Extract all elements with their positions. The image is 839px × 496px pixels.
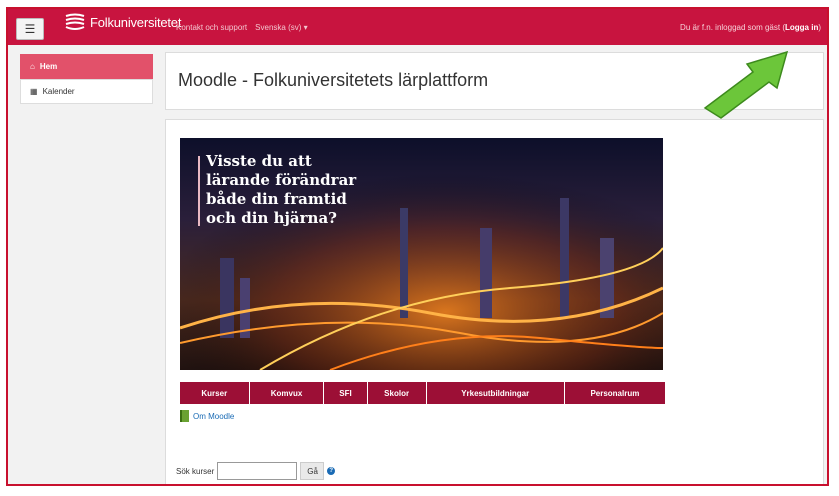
menu-item-skolor[interactable]: Skolor xyxy=(368,382,427,404)
about-moodle-label: Om Moodle xyxy=(193,411,235,421)
hero-line: och din hjärna? xyxy=(206,209,337,227)
hero-line: lärande förändrar xyxy=(206,171,357,189)
brand-logo-link[interactable]: Folkuniversitetet xyxy=(64,13,181,31)
hero-image: Visste du att lärande förändrar både din… xyxy=(180,138,663,370)
hero-accent-line xyxy=(198,156,200,226)
hamburger-icon: ☰ xyxy=(24,22,36,36)
nav-drawer: ⌂ Hem ▦ Kalender xyxy=(20,54,153,104)
nav-link-support[interactable]: Kontakt och support xyxy=(176,23,247,32)
annotation-arrow-icon xyxy=(703,50,789,119)
calendar-icon: ▦ xyxy=(30,87,38,96)
drawer-item-label: Kalender xyxy=(42,87,75,96)
menu-item-komvux[interactable]: Komvux xyxy=(250,382,325,404)
hero-line: både din framtid xyxy=(206,190,347,208)
search-label: Sök kurser xyxy=(176,466,215,476)
drawer-item-label: Hem xyxy=(39,62,58,71)
about-moodle-link[interactable]: Om Moodle xyxy=(180,410,234,422)
hero-headline: Visste du att lärande förändrar både din… xyxy=(206,152,386,228)
home-icon: ⌂ xyxy=(30,62,35,71)
menu-toggle-button[interactable]: ☰ xyxy=(16,18,44,40)
menu-item-sfi[interactable]: SFI xyxy=(324,382,368,404)
help-icon[interactable]: ? xyxy=(327,467,336,475)
course-search: Sök kurser Gå ? xyxy=(176,462,336,480)
course-search-input[interactable] xyxy=(217,462,298,480)
search-go-button[interactable]: Gå xyxy=(300,462,325,480)
login-suffix: ) xyxy=(818,23,821,32)
login-link[interactable]: Logga in xyxy=(785,23,818,32)
language-menu[interactable]: Svenska (sv) ▾ xyxy=(255,23,307,32)
nav-links: Kontakt och support Svenska (sv) ▾ xyxy=(176,23,308,32)
menu-item-yrkesutbildningar[interactable]: Yrkesutbildningar xyxy=(427,382,565,404)
login-info: Du är f.n. inloggad som gäst (Logga in) xyxy=(680,23,821,32)
menu-item-kurser[interactable]: Kurser xyxy=(180,382,250,404)
category-menu: Kurser Komvux SFI Skolor Yrkesutbildning… xyxy=(180,382,665,404)
drawer-item-calendar[interactable]: ▦ Kalender xyxy=(20,79,153,104)
brand-name: Folkuniversitetet xyxy=(90,14,182,30)
top-navbar: ☰ Folkuniversitetet Kontakt och support … xyxy=(8,9,827,45)
page-title: Moodle - Folkuniversitetets lärplattform xyxy=(178,70,489,90)
menu-item-personalrum[interactable]: Personalrum xyxy=(565,382,665,404)
main-content: Visste du att lärande förändrar både din… xyxy=(165,119,824,484)
login-prefix: Du är f.n. inloggad som gäst ( xyxy=(680,23,785,32)
hero-line: Visste du att xyxy=(206,152,312,170)
folkuniversitetet-logo-icon xyxy=(65,13,85,30)
book-icon xyxy=(180,410,189,422)
drawer-item-home[interactable]: ⌂ Hem xyxy=(20,54,153,79)
